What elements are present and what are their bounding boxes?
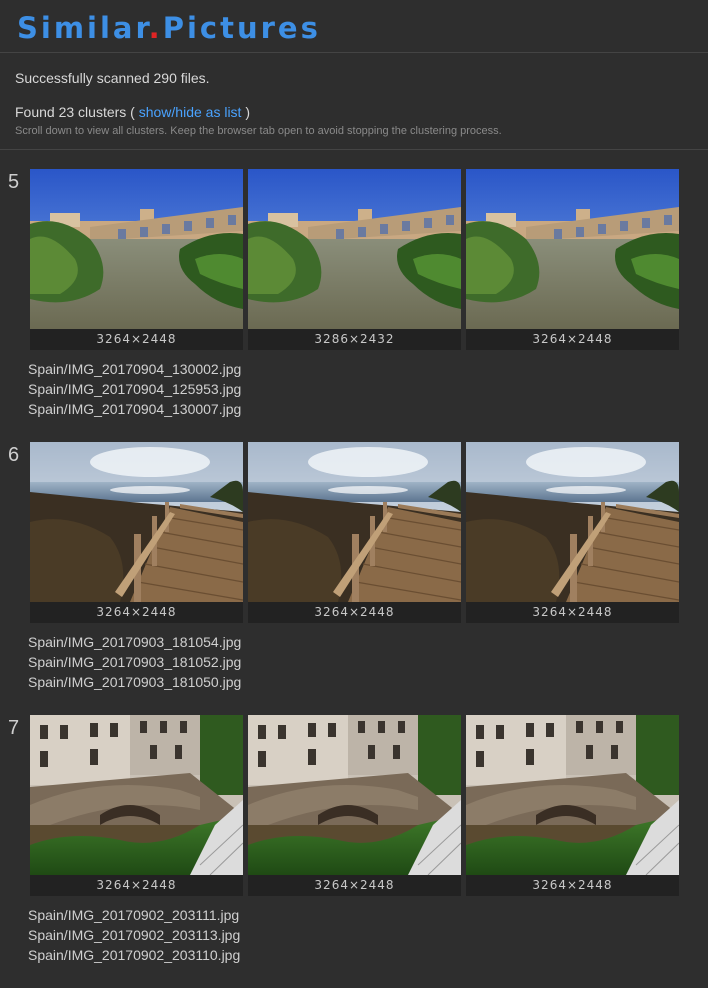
file-path[interactable]: Spain/IMG_20170904_130002.jpg <box>28 359 241 379</box>
scan-status-text: Successfully scanned 290 files. <box>15 70 210 86</box>
image-thumbnail[interactable]: 3264×2448 <box>30 169 243 350</box>
image-dimensions: 3264×2448 <box>248 875 461 896</box>
photo-preview[interactable] <box>466 169 679 329</box>
image-dimensions: 3264×2448 <box>30 875 243 896</box>
file-list: Spain/IMG_20170904_130002.jpg Spain/IMG_2… <box>28 359 241 419</box>
app-header: Similar.Pictures <box>0 0 708 53</box>
cluster-thumbnails: 3264×2448 3264×2448 3264×2448 <box>30 715 684 896</box>
photo-preview[interactable] <box>248 442 461 602</box>
file-path[interactable]: Spain/IMG_20170903_181052.jpg <box>28 652 241 672</box>
file-path[interactable]: Spain/IMG_20170903_181050.jpg <box>28 672 241 692</box>
photo-preview[interactable] <box>248 715 461 875</box>
image-dimensions: 3264×2448 <box>466 875 679 896</box>
app-logo[interactable]: Similar.Pictures <box>17 10 691 46</box>
image-dimensions: 3264×2448 <box>248 602 461 623</box>
image-thumbnail[interactable]: 3264×2448 <box>466 442 679 623</box>
image-dimensions: 3286×2432 <box>248 329 461 350</box>
brand-part1: Similar <box>17 11 149 45</box>
photo-preview[interactable] <box>30 169 243 329</box>
photo-preview[interactable] <box>248 169 461 329</box>
cluster-thumbnails: 3264×2448 3264×2448 3264×2448 <box>30 442 684 623</box>
file-path[interactable]: Spain/IMG_20170902_203110.jpg <box>28 945 240 965</box>
found-prefix: Found 23 clusters ( <box>15 104 135 120</box>
cluster-number: 7 <box>8 717 20 739</box>
cluster-number: 6 <box>8 444 20 466</box>
file-path[interactable]: Spain/IMG_20170904_125953.jpg <box>28 379 241 399</box>
file-path[interactable]: Spain/IMG_20170903_181054.jpg <box>28 632 241 652</box>
cluster: 6 3264×2448 3264×2448 3264×2448 Spain/IMG_20… <box>0 442 708 715</box>
image-dimensions: 3264×2448 <box>466 602 679 623</box>
image-thumbnail[interactable]: 3264×2448 <box>30 715 243 896</box>
file-list: Spain/IMG_20170902_203111.jpg Spain/IMG_2… <box>28 905 240 965</box>
image-dimensions: 3264×2448 <box>466 329 679 350</box>
file-path[interactable]: Spain/IMG_20170902_203111.jpg <box>28 905 240 925</box>
found-suffix: ) <box>245 104 251 120</box>
cluster-thumbnails: 3264×2448 3286×2432 3264×2448 <box>30 169 684 350</box>
image-dimensions: 3264×2448 <box>30 602 243 623</box>
photo-preview[interactable] <box>466 442 679 602</box>
image-thumbnail[interactable]: 3264×2448 <box>248 442 461 623</box>
image-thumbnail[interactable]: 3264×2448 <box>466 169 679 350</box>
image-thumbnail[interactable]: 3264×2448 <box>30 442 243 623</box>
image-thumbnail[interactable]: 3264×2448 <box>248 715 461 896</box>
image-dimensions: 3264×2448 <box>30 329 243 350</box>
photo-preview[interactable] <box>30 715 243 875</box>
brand-part2: Pictures <box>162 11 321 45</box>
show-hide-list-link[interactable]: show/hide as list <box>139 104 242 120</box>
image-thumbnail[interactable]: 3286×2432 <box>248 169 461 350</box>
photo-preview[interactable] <box>30 442 243 602</box>
cluster: 7 3264×2448 3264×2448 3264×2448 Spain/IMG_20… <box>0 715 708 988</box>
file-path[interactable]: Spain/IMG_20170902_203113.jpg <box>28 925 240 945</box>
clusters-found-text: Found 23 clusters ( show/hide as list ) <box>15 103 693 121</box>
file-list: Spain/IMG_20170903_181054.jpg Spain/IMG_2… <box>28 632 241 692</box>
cluster: 5 3264×2448 3286×2432 3264×2448 Spain/IMG_20… <box>0 169 708 442</box>
scroll-hint-text: Scroll down to view all clusters. Keep t… <box>15 125 502 137</box>
scan-summary: Successfully scanned 290 files. Found 23… <box>0 53 708 150</box>
photo-preview[interactable] <box>466 715 679 875</box>
brand-dot: . <box>148 11 163 45</box>
file-path[interactable]: Spain/IMG_20170904_130007.jpg <box>28 399 241 419</box>
cluster-number: 5 <box>8 171 20 193</box>
image-thumbnail[interactable]: 3264×2448 <box>466 715 679 896</box>
